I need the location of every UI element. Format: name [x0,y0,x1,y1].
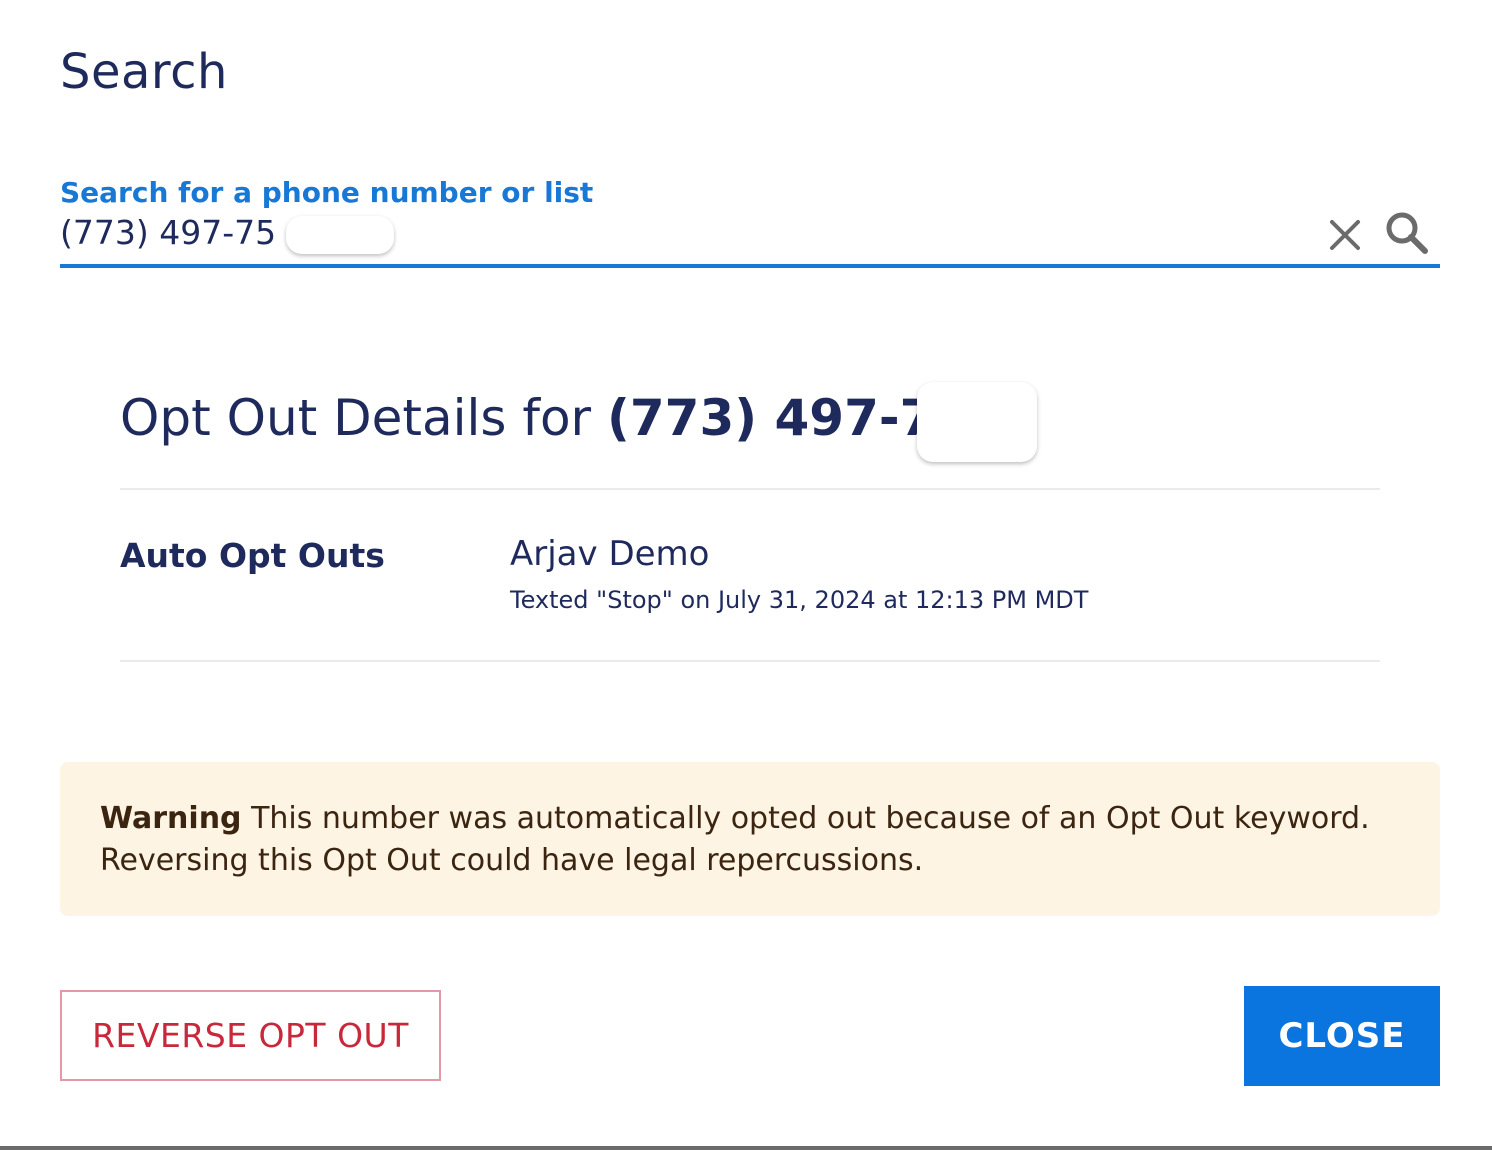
close-button[interactable]: CLOSE [1244,986,1440,1086]
clear-search-button[interactable] [1320,210,1370,260]
reverse-opt-out-button[interactable]: REVERSE OPT OUT [60,990,441,1081]
warning-banner: Warning This number was automatically op… [60,762,1440,916]
details-title: Opt Out Details for (773) 497-75 [120,380,1380,456]
search-field-label: Search for a phone number or list [60,176,594,209]
opt-out-description: Texted "Stop" on July 31, 2024 at 12:13 … [510,586,1089,614]
search-button[interactable] [1382,208,1432,258]
redaction-mask [286,216,394,254]
auto-opt-outs-label: Auto Opt Outs [120,536,385,575]
details-title-prefix: Opt Out Details for [120,389,608,447]
warning-label: Warning [100,801,242,836]
details-phone-number: (773) 497-75 [607,389,970,447]
divider [120,660,1380,662]
redaction-mask [917,382,1037,462]
search-field-underline [60,264,1440,268]
search-field: Search for a phone number or list [60,176,1440,268]
opt-out-search-dialog: Search Search for a phone number or list… [0,0,1492,1150]
opt-out-contact-name: Arjav Demo [510,534,710,574]
search-input[interactable] [60,210,1300,254]
opt-out-details: Opt Out Details for (773) 497-75 [120,380,1380,456]
close-icon [1330,220,1360,250]
divider [120,488,1380,490]
warning-text: This number was automatically opted out … [100,801,1370,878]
search-icon [1386,212,1428,254]
dialog-title: Search [60,44,228,100]
